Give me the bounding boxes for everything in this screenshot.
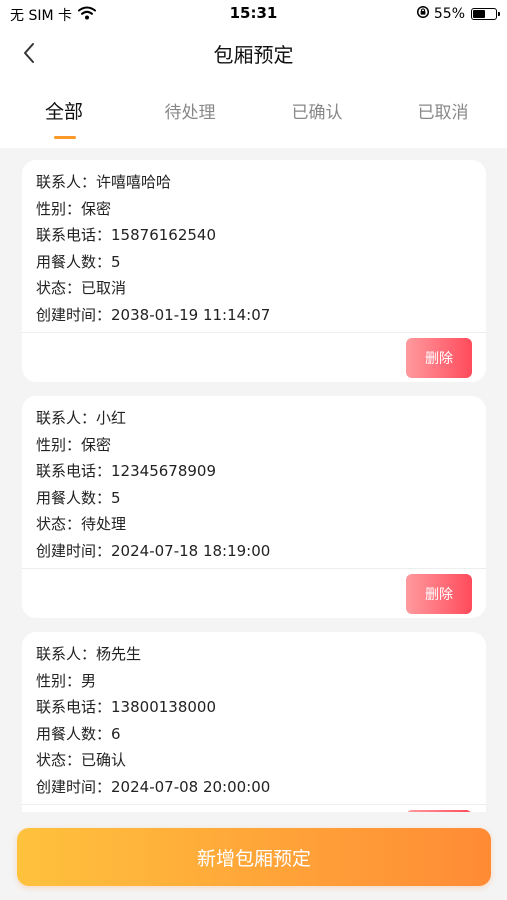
orientation-lock-icon — [416, 5, 430, 23]
created-line: 创建时间：2024-07-18 18:19:00 — [36, 542, 271, 560]
tab-confirmed[interactable]: 已确认 — [267, 98, 367, 123]
add-reservation-button[interactable]: 新增包厢预定 — [17, 828, 491, 886]
tab-all[interactable]: 全部 — [14, 97, 114, 124]
gender-line: 性别：男 — [36, 672, 97, 690]
contact-value: 许嘻嘻哈哈 — [96, 173, 172, 191]
card-divider — [22, 804, 486, 805]
tab-pending[interactable]: 待处理 — [140, 98, 240, 123]
contact-value: 小红 — [96, 409, 127, 427]
gender-value: 男 — [81, 672, 97, 690]
phone-line: 联系电话：13800138000 — [36, 698, 216, 716]
active-tab-indicator — [54, 136, 76, 139]
reservation-list-page: 无 SIM 卡 15:31 55% 包厢预定 全部 待处理 已确认 已取消 联系… — [0, 0, 507, 900]
delete-button[interactable]: 删除 — [406, 338, 472, 378]
battery-group: 55% — [416, 5, 500, 23]
status-line: 状态：已确认 — [36, 751, 127, 769]
gender-value: 保密 — [81, 200, 112, 218]
diners-value: 5 — [111, 489, 121, 507]
battery-icon — [471, 8, 500, 20]
status-value: 待处理 — [81, 515, 127, 533]
contact-line: 联系人：小红 — [36, 409, 127, 427]
created-line: 创建时间：2024-07-08 20:00:00 — [36, 778, 271, 796]
phone-value: 13800138000 — [111, 698, 216, 716]
header-area: 无 SIM 卡 15:31 55% 包厢预定 全部 待处理 已确认 已取消 — [0, 0, 507, 148]
phone-value: 15876162540 — [111, 226, 216, 244]
card-divider — [22, 568, 486, 569]
contact-line: 联系人：杨先生 — [36, 645, 142, 663]
contact-value: 杨先生 — [96, 645, 142, 663]
phone-value: 12345678909 — [111, 462, 216, 480]
delete-button[interactable]: 删除 — [406, 574, 472, 614]
diners-value: 5 — [111, 253, 121, 271]
created-value: 2038-01-19 11:14:07 — [111, 306, 271, 324]
battery-percent: 55% — [433, 6, 465, 22]
reservation-card: 联系人：许嘻嘻哈哈 性别：保密 联系电话：15876162540 用餐人数：5 … — [22, 160, 486, 382]
status-value: 已取消 — [81, 279, 127, 297]
diners-value: 6 — [111, 725, 121, 743]
created-line: 创建时间：2038-01-19 11:14:07 — [36, 306, 271, 324]
reservation-card: 联系人：小红 性别：保密 联系电话：12345678909 用餐人数：5 状态：… — [22, 396, 486, 618]
page-title: 包厢预定 — [213, 43, 294, 67]
gender-line: 性别：保密 — [36, 436, 112, 454]
status-line: 状态：待处理 — [36, 515, 127, 533]
gender-value: 保密 — [81, 436, 112, 454]
nav-bar: 包厢预定 — [0, 30, 507, 76]
contact-line: 联系人：许嘻嘻哈哈 — [36, 173, 172, 191]
created-value: 2024-07-08 20:00:00 — [111, 778, 271, 796]
diners-line: 用餐人数：6 — [36, 725, 121, 743]
gender-line: 性别：保密 — [36, 200, 112, 218]
status-bar: 无 SIM 卡 15:31 55% — [0, 0, 507, 28]
diners-line: 用餐人数：5 — [36, 489, 121, 507]
phone-line: 联系电话：12345678909 — [36, 462, 216, 480]
card-divider — [22, 332, 486, 333]
phone-line: 联系电话：15876162540 — [36, 226, 216, 244]
bottom-action-bar: 新增包厢预定 — [0, 812, 507, 900]
diners-line: 用餐人数：5 — [36, 253, 121, 271]
status-line: 状态：已取消 — [36, 279, 127, 297]
status-tabs: 全部 待处理 已确认 已取消 — [0, 88, 507, 144]
status-value: 已确认 — [81, 751, 127, 769]
tab-cancelled[interactable]: 已取消 — [393, 98, 493, 123]
created-value: 2024-07-18 18:19:00 — [111, 542, 271, 560]
